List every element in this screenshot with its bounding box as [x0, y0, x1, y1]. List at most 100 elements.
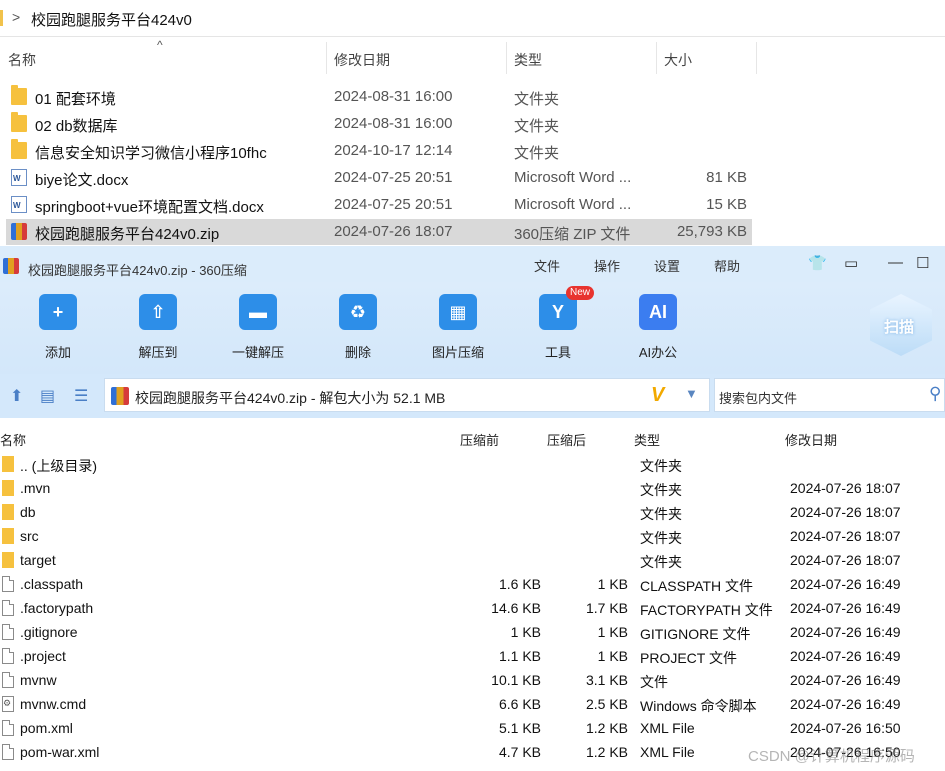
archive-row[interactable]: pom.xml 5.1 KB 1.2 KB XML File 2024-07-26 16… [0, 716, 945, 740]
column-compressed[interactable]: 压缩后 [547, 430, 586, 449]
scan-button[interactable]: 扫描 [870, 294, 932, 356]
word-doc-icon [11, 196, 27, 213]
entry-type: Windows 命令脚本 [640, 698, 757, 714]
navigation-bar: ⬆ ▤ ☰ 校园跑腿服务平台424v0.zip - 解包大小为 52.1 MB … [0, 374, 945, 418]
folder-icon [2, 480, 14, 496]
list-view-icon[interactable]: ☰ [74, 386, 88, 406]
search-input[interactable]: 搜索包内文件 ⚲ [714, 378, 945, 412]
archive-row[interactable]: .mvn 文件夹 2024-07-26 18:07 [0, 476, 945, 500]
archive-row[interactable]: src 文件夹 2024-07-26 18:07 [0, 524, 945, 548]
column-divider[interactable] [756, 42, 757, 74]
feedback-icon[interactable]: ▭ [844, 254, 858, 272]
folder-icon [2, 456, 14, 472]
tool-label: 一键解压 [231, 345, 284, 360]
entry-name: .classpath [20, 576, 84, 592]
column-divider[interactable] [656, 42, 657, 74]
archive-row[interactable]: mvnw 10.1 KB 3.1 KB 文件 2024-07-26 16:49 [0, 668, 945, 692]
tool-one-click-extract[interactable]: ▬ 一键解压 [218, 294, 298, 374]
archive-row[interactable]: mvnw.cmd 6.6 KB 2.5 KB Windows 命令脚本 2024-07-… [0, 692, 945, 716]
entry-size-before: 1 KB [510, 624, 541, 640]
entry-type: 文件夹 [640, 482, 682, 498]
file-size: 15 KB [706, 196, 747, 213]
column-size[interactable]: 大小 [664, 50, 692, 70]
entry-type: 文件 [640, 674, 668, 690]
menu-file[interactable]: 文件 [534, 256, 560, 275]
file-date: 2024-08-31 16:00 [334, 88, 453, 105]
file-name: 校园跑腿服务平台424v0.zip [35, 226, 220, 243]
tool-ai-office[interactable]: AI AI办公 [618, 294, 698, 374]
search-icon[interactable]: ⚲ [929, 384, 941, 404]
file-row[interactable]: 校园跑腿服务平台424v0.zip 2024-07-26 18:07 360压缩 Z… [6, 219, 752, 245]
archive-row[interactable]: target 文件夹 2024-07-26 18:07 [0, 548, 945, 572]
entry-type: 文件夹 [640, 554, 682, 570]
menu-help[interactable]: 帮助 [714, 256, 740, 275]
column-name[interactable]: 名称 [0, 430, 26, 449]
tool-image-compress[interactable]: ▦ 图片压缩 [418, 294, 498, 374]
entry-type: CLASSPATH 文件 [640, 578, 754, 594]
archive-row[interactable]: .project 1.1 KB 1 KB PROJECT 文件 2024-07-26 1… [0, 644, 945, 668]
up-arrow-icon[interactable]: ⬆ [10, 386, 23, 406]
file-date: 2024-07-25 20:51 [334, 196, 453, 213]
archive-row[interactable]: db 文件夹 2024-07-26 18:07 [0, 500, 945, 524]
file-date: 2024-07-26 18:07 [334, 223, 453, 240]
archive-row[interactable]: .gitignore 1 KB 1 KB GITIGNORE 文件 2024-07-26… [0, 620, 945, 644]
column-name[interactable]: 名称 [8, 50, 36, 70]
archive-row[interactable]: .classpath 1.6 KB 1 KB CLASSPATH 文件 2024-07-… [0, 572, 945, 596]
minimize-icon[interactable]: — [888, 254, 903, 271]
column-type[interactable]: 类型 [634, 430, 660, 449]
entry-size-before: 1.1 KB [498, 648, 541, 664]
detail-view-icon[interactable]: ▤ [40, 386, 55, 406]
title-bar[interactable]: 校园跑腿服务平台424v0.zip - 360压缩 文件 操作 设置 帮助 👕 … [0, 246, 945, 282]
archive-row[interactable]: .. (上级目录) 文件夹 [0, 452, 945, 476]
file-row[interactable]: 01 配套环境 2024-08-31 16:00 文件夹 [6, 84, 752, 110]
entry-name: .mvn [20, 480, 51, 496]
file-icon [2, 576, 14, 592]
file-row[interactable]: 信息安全知识学习微信小程序10fhc 2024-10-17 12:14 文件夹 [6, 138, 752, 164]
entry-size-after: 1.2 KB [585, 744, 628, 760]
entry-size-after: 2.5 KB [585, 696, 628, 712]
menu-settings[interactable]: 设置 [654, 256, 680, 275]
tool-delete[interactable]: ♻ 删除 [318, 294, 398, 374]
maximize-icon[interactable]: ☐ [916, 254, 929, 272]
file-name: 信息安全知识学习微信小程序10fhc [35, 145, 267, 162]
skin-icon[interactable]: 👕 [808, 254, 827, 272]
folder-icon [2, 528, 14, 544]
column-date[interactable]: 修改日期 [334, 50, 390, 70]
chevron-down-icon[interactable]: ▼ [685, 386, 698, 401]
entry-type: 文件夹 [640, 530, 682, 546]
breadcrumb-path[interactable]: 校园跑腿服务平台424v0 [31, 9, 192, 30]
entry-name: .gitignore [20, 624, 78, 640]
breadcrumb[interactable]: > 校园跑腿服务平台424v0 [0, 0, 945, 37]
file-size: 81 KB [706, 169, 747, 186]
entry-size-before: 14.6 KB [491, 600, 541, 616]
column-date[interactable]: 修改日期 [785, 430, 837, 449]
entry-size-before: 1.6 KB [498, 576, 541, 592]
file-row[interactable]: springboot+vue环境配置文档.docx 2024-07-25 20:5… [6, 192, 752, 218]
folder-icon [11, 139, 27, 159]
tool-label: 图片压缩 [431, 345, 484, 360]
zip-archive-icon [11, 223, 27, 240]
v-logo-icon[interactable]: V [651, 384, 664, 407]
entry-date: 2024-07-26 16:49 [790, 600, 901, 616]
entry-type: FACTORYPATH 文件 [640, 602, 773, 618]
file-row[interactable]: biye论文.docx 2024-07-25 20:51 Microsoft Wor… [6, 165, 752, 191]
menu-action[interactable]: 操作 [594, 256, 620, 275]
column-divider[interactable] [326, 42, 327, 74]
column-packed[interactable]: 压缩前 [460, 430, 499, 449]
chevron-right-icon[interactable]: > [12, 9, 20, 25]
file-type: 文件夹 [514, 118, 560, 135]
column-divider[interactable] [506, 42, 507, 74]
entry-date: 2024-07-26 18:07 [790, 504, 901, 520]
archive-row[interactable]: .factorypath 14.6 KB 1.7 KB FACTORYPATH 文件 2… [0, 596, 945, 620]
entry-size-before: 10.1 KB [491, 672, 541, 688]
address-bar[interactable]: 校园跑腿服务平台424v0.zip - 解包大小为 52.1 MB V ▼ [104, 378, 710, 412]
tool-extract-to[interactable]: ⇧ 解压到 [118, 294, 198, 374]
entry-name: .factorypath [20, 600, 94, 616]
tool-tools[interactable]: Y New 工具 [518, 286, 598, 374]
column-header: ^ 名称 修改日期 类型 大小 [0, 36, 945, 78]
file-type: 360压缩 ZIP 文件 [514, 226, 631, 243]
file-row[interactable]: 02 db数据库 2024-08-31 16:00 文件夹 [6, 111, 752, 137]
tool-add[interactable]: + 添加 [18, 294, 98, 374]
entry-size-after: 1 KB [597, 624, 628, 640]
column-type[interactable]: 类型 [514, 50, 542, 70]
